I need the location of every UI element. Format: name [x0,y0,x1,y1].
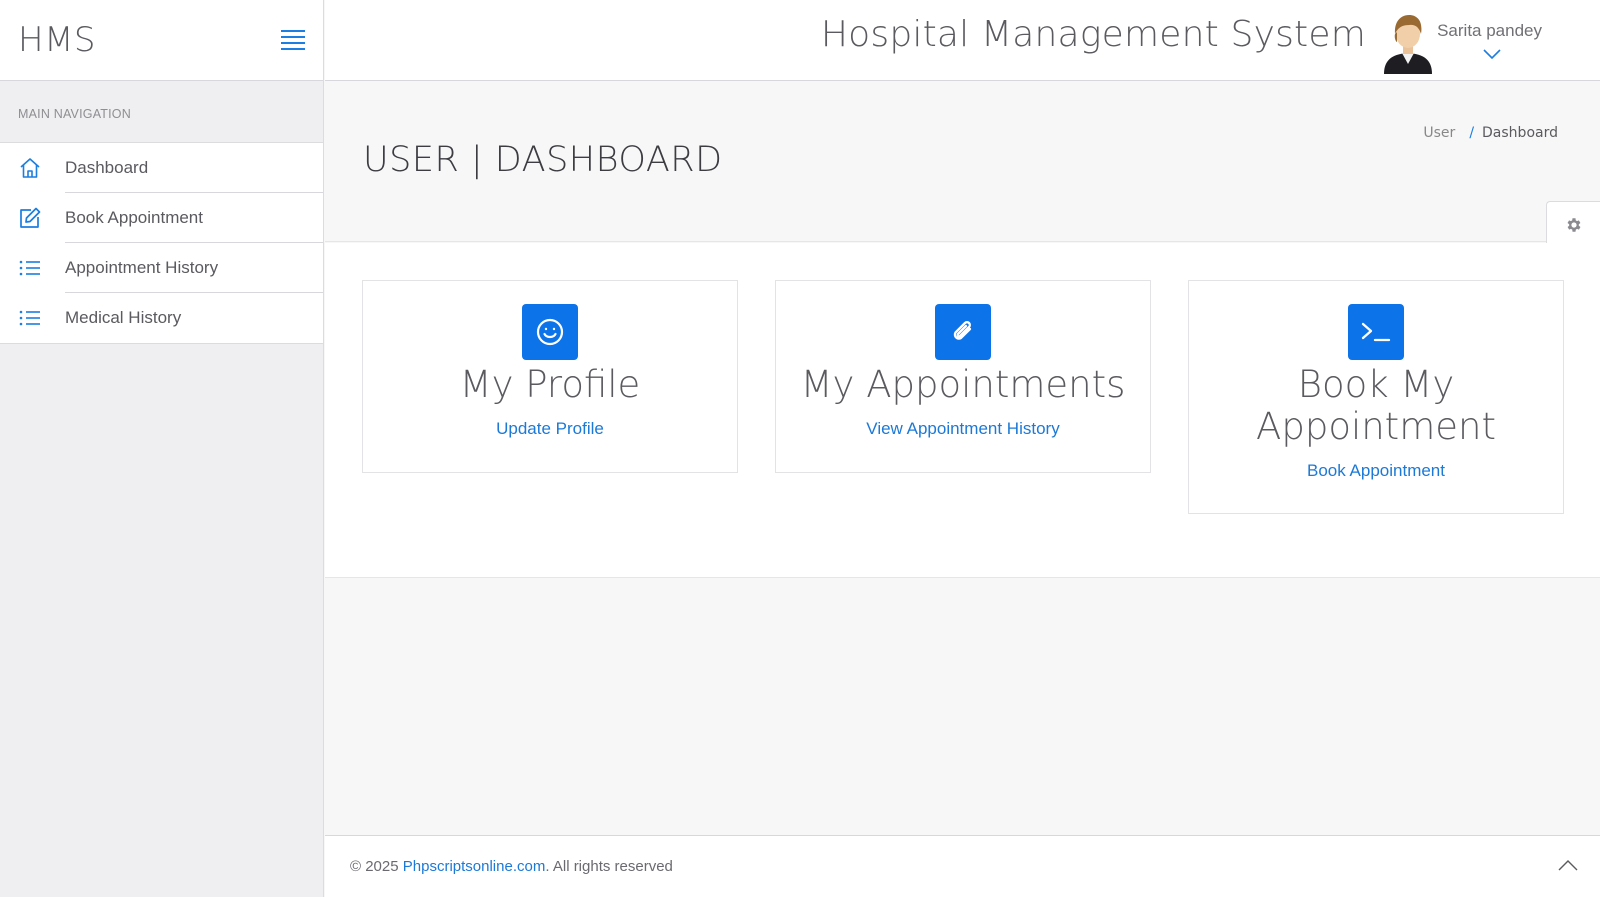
card-my-appointments: My Appointments View Appointment History [775,280,1151,473]
list-icon [0,256,65,280]
user-avatar[interactable] [1382,12,1434,74]
list-icon [0,306,65,330]
card-title: Book My Appointment [1189,364,1563,448]
home-icon [0,156,65,180]
menu-toggle-icon[interactable] [281,30,305,50]
update-profile-link[interactable]: Update Profile [496,419,604,439]
breadcrumb-current: Dashboard [1482,125,1558,141]
sidebar-item-label: Medical History [65,308,182,327]
chevron-up-icon[interactable] [1558,858,1578,876]
copyright-prefix: © 2025 [350,858,403,875]
breadcrumb-separator: / [1469,125,1475,141]
card-title-line: Book My [1297,363,1455,406]
sidebar-item-appointment-history[interactable]: Appointment History [0,243,323,293]
sidebar-item-label: Book Appointment [65,193,323,243]
nav-section-title: MAIN NAVIGATION [0,81,323,143]
gear-icon [1565,216,1583,239]
card-title: My Profile [459,363,641,406]
book-appointment-link[interactable]: Book Appointment [1307,461,1445,481]
user-name[interactable]: Sarita pandey [1437,21,1542,41]
copyright-suffix: . All rights reserved [545,858,673,875]
breadcrumb-parent[interactable]: User [1423,125,1455,141]
sidebar: HMS MAIN NAVIGATION Dashboard Book Appoi… [0,0,324,897]
sidebar-item-dashboard[interactable]: Dashboard [0,143,323,193]
terminal-icon [1348,304,1404,360]
dashboard-content: My Profile Update Profile My Appointment… [325,243,1600,578]
chevron-down-icon[interactable] [1483,46,1501,64]
card-book-my-appointment: Book My Appointment Book Appointment [1188,280,1564,514]
card-my-profile: My Profile Update Profile [362,280,738,473]
card-title: My Appointments [800,363,1126,406]
sidebar-item-medical-history[interactable]: Medical History [0,293,323,343]
footer: © 2025 Phpscriptsonline.com. All rights … [325,835,1600,897]
main-navigation: Dashboard Book Appointment Appointment H… [0,143,323,344]
breadcrumb: User / Dashboard [1423,125,1558,141]
brand-bar: HMS [0,0,323,81]
sidebar-item-label: Dashboard [65,143,323,193]
edit-icon [0,206,65,230]
page-title: USER | DASHBOARD [363,140,723,180]
paperclip-icon [935,304,991,360]
top-bar: Hospital Management System Sarita pandey [325,0,1600,81]
sidebar-item-book-appointment[interactable]: Book Appointment [0,193,323,243]
card-title-line: Appointment [1256,405,1496,448]
copyright-text: © 2025 Phpscriptsonline.com. All rights … [350,858,673,875]
app-title: Hospital Management System [820,14,1366,55]
smile-icon [522,304,578,360]
footer-site-link[interactable]: Phpscriptsonline.com [403,858,546,875]
view-appointment-history-link[interactable]: View Appointment History [866,419,1059,439]
page-header: USER | DASHBOARD User / Dashboard [325,82,1600,242]
brand-logo-text[interactable]: HMS [18,20,96,60]
sidebar-item-label: Appointment History [65,243,323,293]
